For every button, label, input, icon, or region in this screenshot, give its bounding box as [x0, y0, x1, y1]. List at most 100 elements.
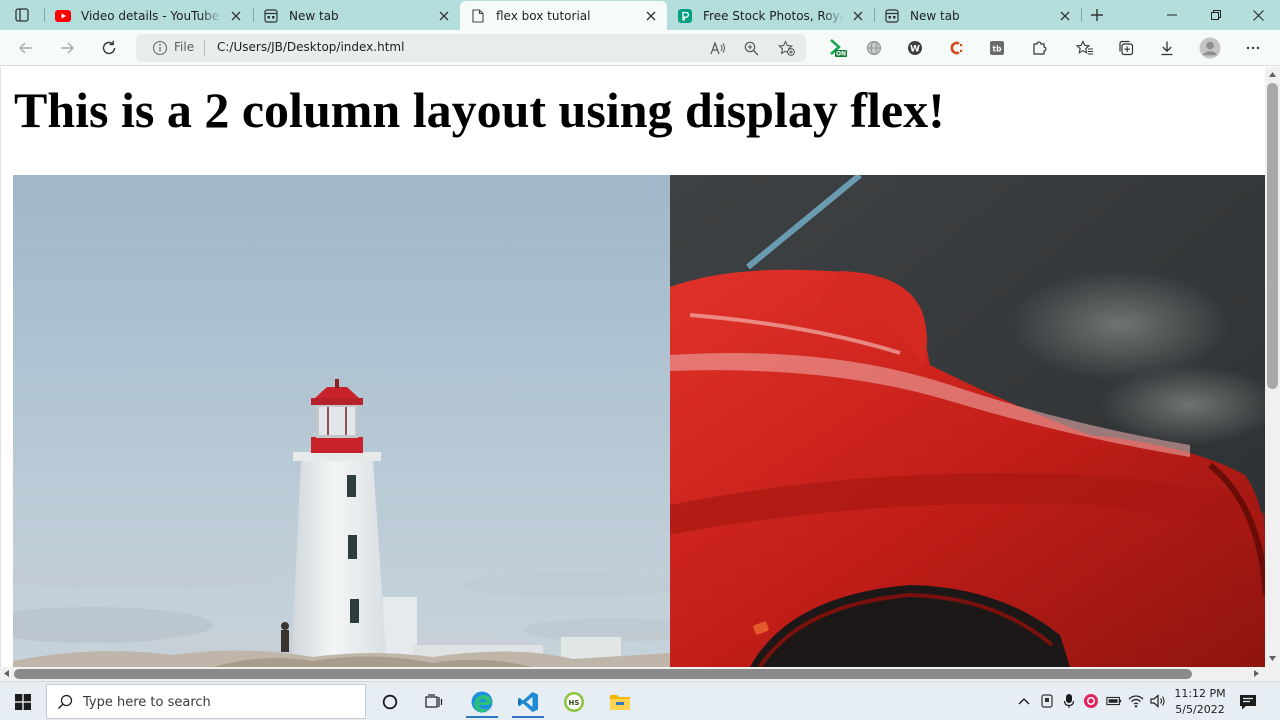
extension-globe-button[interactable]	[862, 36, 886, 60]
more-icon	[1246, 46, 1260, 50]
url-text[interactable]: C:/Users/JB/Desktop/index.html	[217, 40, 404, 54]
windows-taskbar: Type here to search HS 11:12 PM 5/5/2022	[0, 681, 1280, 720]
address-divider	[204, 40, 205, 56]
tab-close-icon[interactable]	[436, 8, 452, 24]
scheme-label: File	[174, 40, 195, 54]
favorites-icon	[1076, 40, 1093, 55]
tab-new-tab-1[interactable]: New tab	[253, 1, 460, 30]
arrow-left-icon	[19, 42, 32, 54]
restore-button[interactable]	[1194, 0, 1238, 30]
minimize-button[interactable]	[1150, 0, 1194, 30]
tab-title: Free Stock Photos, Royalty Free	[703, 8, 844, 23]
scroll-left-icon[interactable]	[2, 669, 11, 678]
tab-close-icon[interactable]	[850, 8, 866, 24]
lighthouse-image	[13, 175, 670, 667]
browser-toolbar: File C:/Users/JB/Desktop/index.html ON W…	[0, 30, 1280, 66]
extension-w-button[interactable]: W	[903, 36, 927, 60]
youtube-icon	[55, 8, 71, 24]
read-aloud-icon[interactable]	[709, 39, 727, 57]
wifi-icon[interactable]	[1128, 693, 1144, 709]
tab-title: New tab	[289, 8, 339, 23]
microphone-icon[interactable]	[1061, 693, 1077, 709]
hs-app-icon: HS	[564, 691, 584, 712]
page-heading: This is a 2 column layout using display …	[14, 82, 945, 138]
profile-button[interactable]	[1198, 36, 1222, 60]
vertical-scroll-thumb[interactable]	[1267, 83, 1278, 389]
battery-icon[interactable]	[1106, 693, 1122, 709]
avatar	[1199, 37, 1221, 59]
tray-app-icon[interactable]	[1039, 693, 1055, 709]
tab-close-icon[interactable]	[643, 8, 659, 24]
extension-c-button[interactable]	[944, 36, 968, 60]
tab-free-stock-photos[interactable]: Free Stock Photos, Royalty Free	[667, 1, 874, 30]
chevron-up-icon	[1018, 698, 1030, 705]
zoom-icon[interactable]	[742, 39, 760, 57]
tab-strip: Video details - YouTube Studio New tab f…	[0, 0, 1280, 30]
taskbar-search-box[interactable]: Type here to search	[46, 684, 366, 719]
horizontal-scroll-thumb[interactable]	[14, 669, 1192, 679]
taskbar-file-explorer-button[interactable]	[598, 684, 642, 719]
cortana-icon	[382, 694, 398, 709]
minimize-icon	[1167, 14, 1177, 16]
refresh-button[interactable]	[97, 36, 121, 60]
extension-tb-button[interactable]: tb	[985, 36, 1009, 60]
pexels-icon	[677, 8, 693, 24]
document-icon	[470, 8, 486, 24]
restore-icon	[1211, 10, 1221, 20]
tab-close-icon[interactable]	[1057, 8, 1073, 24]
downloads-button[interactable]	[1155, 36, 1179, 60]
w-extension-icon: W	[908, 41, 922, 55]
tab-flex-box-tutorial[interactable]: flex box tutorial	[460, 1, 667, 30]
taskbar-edge-button[interactable]	[460, 684, 504, 719]
edge-icon	[471, 691, 493, 712]
taskbar-hs-button[interactable]: HS	[552, 684, 596, 719]
scroll-up-icon[interactable]	[1268, 70, 1277, 79]
settings-more-button[interactable]	[1241, 36, 1265, 60]
back-button[interactable]	[14, 36, 38, 60]
scroll-down-icon[interactable]	[1268, 654, 1277, 663]
task-view-button[interactable]	[412, 684, 456, 719]
volume-icon[interactable]	[1150, 693, 1166, 709]
folder-icon	[610, 694, 630, 710]
close-window-button[interactable]	[1236, 0, 1280, 30]
svg-text:ON: ON	[836, 51, 846, 58]
favorites-button[interactable]	[1073, 36, 1097, 60]
task-view-icon	[425, 693, 443, 708]
system-clock[interactable]: 11:12 PM 5/5/2022	[1172, 686, 1228, 718]
horizontal-scrollbar[interactable]	[0, 667, 1265, 681]
cortana-button[interactable]	[368, 684, 412, 719]
red-car-image	[670, 175, 1265, 667]
tab-youtube-studio[interactable]: Video details - YouTube Studio	[45, 1, 252, 30]
address-bar[interactable]: File C:/Users/JB/Desktop/index.html	[136, 34, 806, 62]
clock-time: 11:12 PM	[1174, 687, 1226, 700]
extensions-button[interactable]	[1027, 36, 1051, 60]
globe-icon	[867, 41, 881, 55]
tab-close-icon[interactable]	[228, 8, 244, 24]
notification-icon[interactable]	[1238, 692, 1258, 712]
new-tab-button[interactable]	[1087, 5, 1107, 25]
taskbar-vscode-button[interactable]	[506, 684, 550, 719]
tab-actions-button[interactable]	[8, 6, 36, 24]
extension-on-icon: ON	[830, 39, 847, 58]
info-icon[interactable]	[152, 40, 168, 56]
plus-icon	[1091, 9, 1103, 21]
vscode-icon	[518, 691, 538, 712]
arrow-right-icon	[61, 42, 74, 54]
collections-icon	[1119, 40, 1134, 56]
show-hidden-icons-button[interactable]	[1016, 693, 1032, 709]
svg-text:tb: tb	[993, 44, 1003, 53]
tab-title: flex box tutorial	[496, 8, 591, 23]
add-favorite-icon[interactable]	[777, 39, 795, 57]
close-icon	[1252, 9, 1264, 21]
recording-icon[interactable]	[1083, 693, 1099, 709]
forward-button[interactable]	[55, 36, 79, 60]
collections-button[interactable]	[1114, 36, 1138, 60]
tab-new-tab-2[interactable]: New tab	[874, 1, 1081, 30]
tab-actions-icon	[15, 8, 29, 22]
scroll-right-icon[interactable]	[1252, 669, 1261, 678]
vertical-scrollbar[interactable]	[1265, 67, 1280, 667]
start-button[interactable]	[0, 682, 46, 720]
search-icon	[57, 694, 73, 710]
extension-on-button[interactable]: ON	[826, 36, 850, 60]
search-placeholder: Type here to search	[83, 695, 211, 710]
